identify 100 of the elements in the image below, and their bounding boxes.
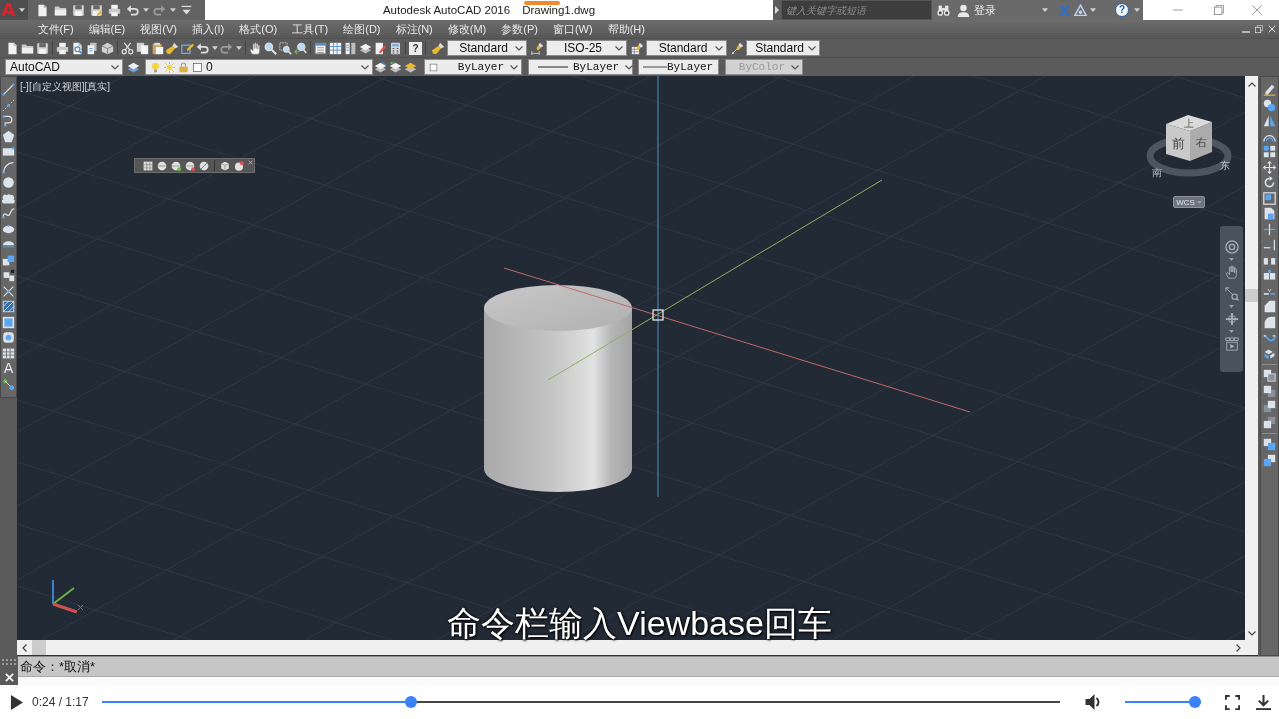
- menu-item[interactable]: 标注(N): [388, 21, 441, 37]
- table-brush-icon[interactable]: [631, 41, 644, 55]
- hatched-square-icon[interactable]: [2, 300, 15, 314]
- sphere-dot-icon[interactable]: [185, 160, 195, 171]
- scrollbar-thumb[interactable]: [32, 640, 46, 655]
- grid-icon[interactable]: [329, 41, 342, 55]
- page-icon[interactable]: [35, 3, 49, 17]
- folder-icon[interactable]: [53, 3, 67, 17]
- caret-down-icon[interactable]: [361, 64, 369, 70]
- cube-icon[interactable]: [220, 160, 230, 171]
- grid-cube-icon[interactable]: [143, 160, 153, 171]
- caret-down-icon[interactable]: [715, 45, 723, 51]
- crossing-lines-icon[interactable]: [1263, 222, 1276, 236]
- ucs-menu-button[interactable]: WCS: [1173, 196, 1205, 208]
- arc-icon[interactable]: [2, 160, 15, 174]
- chevron-right-icon[interactable]: [1236, 643, 1241, 652]
- color-dropdown[interactable]: ByLayer: [424, 59, 522, 75]
- eraser-icon[interactable]: [1263, 83, 1276, 97]
- layer-sheets-icon[interactable]: [404, 60, 417, 74]
- cross-circle-icon[interactable]: [1224, 312, 1239, 326]
- cloud-icon[interactable]: [2, 191, 15, 205]
- hand-icon[interactable]: [1224, 265, 1239, 279]
- ellipse-icon[interactable]: [2, 222, 15, 236]
- curve-icon[interactable]: [2, 207, 15, 221]
- nested-squares-icon[interactable]: [1263, 191, 1276, 205]
- menu-item[interactable]: 插入(I): [184, 21, 232, 37]
- binoculars-icon[interactable]: [937, 3, 950, 17]
- clipboard-icon[interactable]: [151, 41, 164, 55]
- horizontal-scrollbar[interactable]: [17, 640, 1258, 655]
- layer-dropdown[interactable]: 0: [145, 59, 373, 75]
- sign-in-link[interactable]: 登录: [974, 2, 996, 18]
- menu-item[interactable]: 窗口(W): [545, 21, 601, 37]
- color-swatch-icon[interactable]: [192, 61, 203, 73]
- triangle-logo-icon[interactable]: [1073, 3, 1087, 17]
- paintbrush-icon[interactable]: [432, 41, 445, 55]
- viewport-label[interactable]: [-][自定义视图][真实]: [20, 80, 110, 94]
- two-circles-icon[interactable]: [1263, 98, 1276, 112]
- chevron-down-icon[interactable]: [1247, 631, 1256, 636]
- hand-icon[interactable]: [249, 41, 262, 55]
- caret-down-icon[interactable]: [1229, 258, 1234, 261]
- compass-label[interactable]: 南: [1152, 167, 1162, 178]
- caret-down-icon[interactable]: [1089, 8, 1096, 12]
- grip-dots-icon[interactable]: [2, 659, 16, 665]
- restore-icon[interactable]: [1214, 5, 1224, 15]
- scrollbar-thumb[interactable]: [1245, 289, 1258, 302]
- menu-item[interactable]: 工具(T): [284, 21, 336, 37]
- two-columns-icon[interactable]: [344, 41, 357, 55]
- circular-arrow-icon[interactable]: [1263, 176, 1276, 190]
- split-bar-dot-icon[interactable]: [1263, 269, 1276, 283]
- caret-down-icon[interactable]: [211, 46, 218, 50]
- undo-arrow-icon[interactable]: [196, 41, 209, 55]
- magnifier-icon[interactable]: [264, 41, 277, 55]
- concentric-circles-icon[interactable]: [1224, 240, 1239, 254]
- paintbrush-icon[interactable]: [166, 41, 179, 55]
- cube-face-label[interactable]: 上: [1184, 118, 1194, 129]
- film-frames-icon[interactable]: [1224, 337, 1239, 351]
- menu-item[interactable]: 编辑(E): [81, 21, 133, 37]
- menu-item[interactable]: 文件(F): [30, 21, 82, 37]
- caret-down-icon[interactable]: [18, 8, 25, 12]
- caret-down-icon[interactable]: [615, 45, 623, 51]
- restore-icon[interactable]: [1255, 25, 1263, 33]
- magnifier-arrow-icon[interactable]: [294, 41, 307, 55]
- layer-back-arrow-icon[interactable]: [389, 60, 402, 74]
- help-button[interactable]: ?: [409, 41, 422, 55]
- caret-down-icon[interactable]: [515, 45, 523, 51]
- undo-arrow-icon[interactable]: [125, 3, 139, 17]
- menu-item[interactable]: 绘图(D): [335, 21, 388, 37]
- download-icon[interactable]: [1256, 694, 1271, 710]
- table-icon[interactable]: [2, 346, 15, 360]
- dashed-line-icon[interactable]: [2, 98, 15, 112]
- fullscreen-icon[interactable]: [1225, 694, 1240, 710]
- four-way-arrow-icon[interactable]: [1263, 160, 1276, 174]
- caret-down-icon[interactable]: [808, 45, 816, 51]
- rounded-corner-icon[interactable]: [1263, 315, 1276, 329]
- square-grid-icon[interactable]: [1263, 145, 1276, 159]
- sphere-slash-icon[interactable]: [199, 160, 209, 171]
- caret-down-icon[interactable]: [1134, 8, 1140, 12]
- mirrored-triangles-icon[interactable]: [1263, 114, 1276, 128]
- caret-down-icon[interactable]: [625, 64, 634, 70]
- chevron-up-icon[interactable]: [1247, 82, 1256, 87]
- rounded-square-icon[interactable]: [2, 331, 15, 345]
- caret-down-icon[interactable]: [235, 46, 242, 50]
- caret-down-icon[interactable]: [1229, 305, 1234, 308]
- cube-face-label[interactable]: 右: [1195, 136, 1207, 148]
- stacked-squares-icon[interactable]: [1263, 415, 1276, 429]
- block-shapes-icon[interactable]: [2, 269, 15, 283]
- calculator-icon[interactable]: [389, 41, 402, 55]
- caret-down-icon[interactable]: [1229, 330, 1234, 333]
- polyline-icon[interactable]: [2, 114, 15, 128]
- menu-item[interactable]: 参数(P): [493, 21, 546, 37]
- user-icon[interactable]: [957, 3, 970, 17]
- page-stack-icon[interactable]: [86, 41, 99, 55]
- multileader-style-dropdown[interactable]: Standard: [746, 40, 820, 56]
- redo-arrow-icon[interactable]: [220, 41, 233, 55]
- scissors-icon[interactable]: [121, 41, 134, 55]
- view-cube[interactable]: [1166, 115, 1212, 161]
- stacked-squares-icon[interactable]: [1263, 453, 1276, 467]
- sphere-dot-icon[interactable]: [171, 160, 181, 171]
- pentagon-icon[interactable]: [2, 129, 15, 143]
- overflow-caret-icon[interactable]: [179, 3, 193, 17]
